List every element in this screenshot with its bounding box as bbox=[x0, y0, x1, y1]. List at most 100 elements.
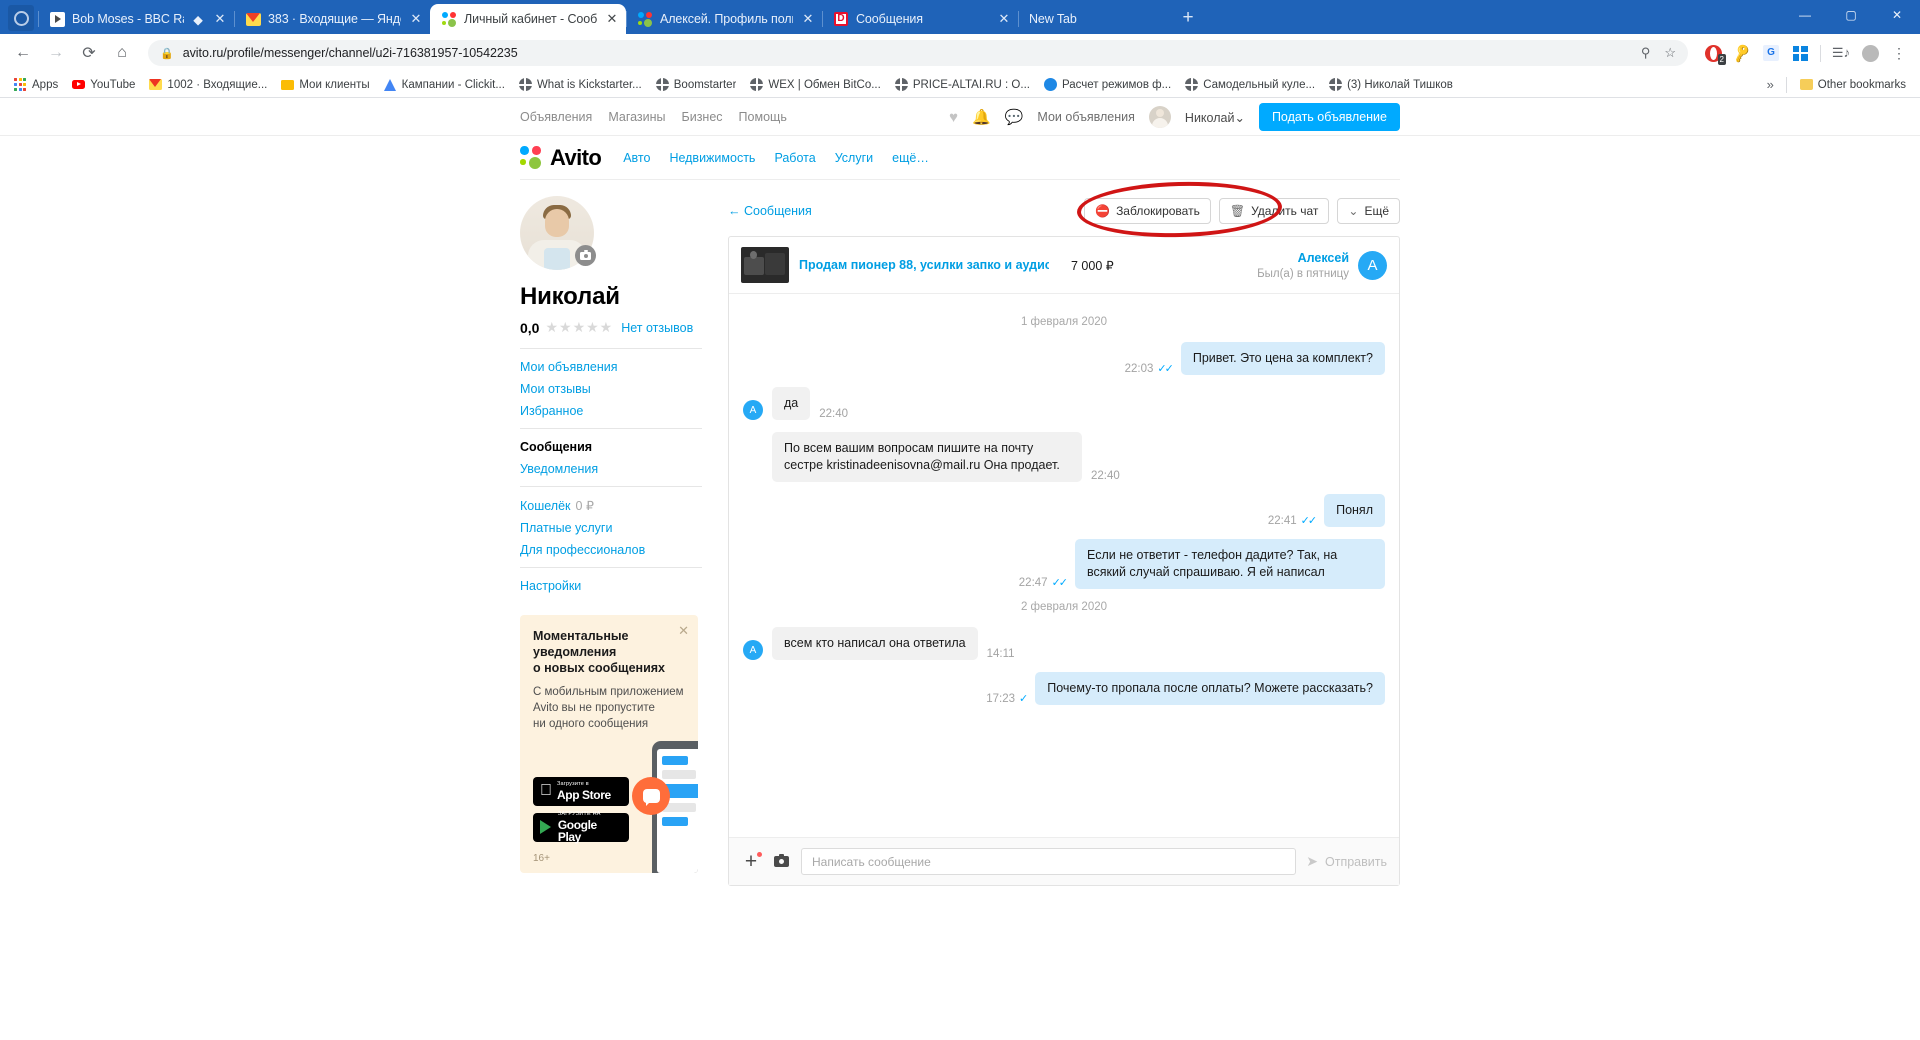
close-window-button[interactable]: ✕ bbox=[1874, 0, 1920, 30]
bookmark-campaigns[interactable]: Кампании - Clickit... bbox=[377, 76, 512, 93]
ad-title-link[interactable]: Продам пионер 88, усилки запко и аудисон bbox=[799, 258, 1049, 272]
profile-avatar[interactable] bbox=[520, 196, 596, 270]
sidebar-group-3: Кошелёк 0 ₽ Платные услуги Для профессион… bbox=[520, 498, 702, 557]
sidebar-item-my-reviews[interactable]: Мои отзывы bbox=[520, 382, 702, 396]
favorites-heart-icon[interactable]: ♥ bbox=[949, 109, 958, 126]
sidebar-item-messages[interactable]: Сообщения bbox=[520, 440, 702, 454]
send-button[interactable]: ➤ Отправить bbox=[1306, 853, 1387, 870]
sidebar-item-for-professionals[interactable]: Для профессионалов bbox=[520, 543, 702, 557]
nav-services[interactable]: Услуги bbox=[835, 151, 873, 165]
tab-close-icon[interactable]: ✕ bbox=[604, 11, 620, 27]
chrome-menu-icon[interactable]: ⋮ bbox=[1886, 40, 1912, 66]
user-menu-name[interactable]: Николай⌄ bbox=[1185, 110, 1245, 125]
browser-tab-2[interactable]: 383 · Входящие — Яндекс.Почт ✕ bbox=[234, 4, 430, 34]
chat-partner-name[interactable]: Алексей bbox=[1257, 251, 1349, 265]
app-store-button[interactable]:  Загрузите в App Store bbox=[533, 777, 629, 806]
address-bar[interactable]: 🔒 avito.ru/profile/messenger/channel/u2i… bbox=[148, 40, 1688, 66]
sidebar-item-my-ads[interactable]: Мои объявления bbox=[520, 360, 702, 374]
no-reviews-link[interactable]: Нет отзывов bbox=[621, 321, 693, 335]
sidebar-item-wallet[interactable]: Кошелёк 0 ₽ bbox=[520, 498, 702, 513]
chat-partner-avatar[interactable]: A bbox=[1358, 250, 1387, 280]
new-tab-button[interactable]: + bbox=[1174, 4, 1202, 32]
camera-icon[interactable] bbox=[575, 245, 596, 266]
block-user-button[interactable]: ⛔ Заблокировать bbox=[1084, 198, 1211, 224]
tab-title: Личный кабинет - Сообщения - bbox=[464, 12, 597, 26]
notifications-bell-icon[interactable]: 🔔 bbox=[972, 108, 991, 126]
browser-tab-5[interactable]: D Сообщения ✕ bbox=[822, 4, 1018, 34]
search-minus-icon[interactable]: ⚲ bbox=[1641, 45, 1651, 61]
maximize-button[interactable]: ▢ bbox=[1828, 0, 1874, 30]
bookmark-raschet[interactable]: Расчет режимов ф... bbox=[1037, 76, 1178, 93]
sidebar-item-wallet-label[interactable]: Кошелёк bbox=[520, 499, 571, 513]
sidebar-item-favorites[interactable]: Избранное bbox=[520, 404, 702, 418]
browser-tab-3-active[interactable]: Личный кабинет - Сообщения - ✕ bbox=[430, 4, 626, 34]
bookmark-label: Мои клиенты bbox=[299, 78, 370, 91]
message-meta: 17:23 ✓ bbox=[986, 692, 1028, 706]
google-translate-icon[interactable]: G bbox=[1758, 40, 1784, 66]
top-nav-shops[interactable]: Магазины bbox=[608, 110, 665, 124]
minimize-button[interactable]: — bbox=[1782, 0, 1828, 30]
forward-button[interactable]: → bbox=[41, 38, 71, 68]
message-row: 22:41 ✓✓ Понял bbox=[743, 494, 1385, 527]
globe-icon bbox=[1329, 78, 1343, 91]
bookmark-wex[interactable]: WEX | Обмен BitCo... bbox=[743, 76, 887, 93]
camera-icon[interactable] bbox=[771, 852, 791, 872]
message-input[interactable]: Написать сообщение bbox=[801, 848, 1297, 875]
my-ads-link[interactable]: Мои объявления bbox=[1037, 110, 1135, 124]
messages-chat-icon[interactable]: 💬 bbox=[1005, 108, 1024, 126]
more-button[interactable]: ⌄ Ещё bbox=[1337, 198, 1400, 224]
bookmark-boomstarter[interactable]: Boomstarter bbox=[649, 76, 744, 93]
opera-vpn-icon[interactable]: 2 bbox=[1700, 40, 1726, 66]
sidebar-item-settings[interactable]: Настройки bbox=[520, 579, 702, 593]
ad-thumbnail[interactable] bbox=[741, 247, 789, 283]
bookmark-samodelny[interactable]: Самодельный куле... bbox=[1178, 76, 1322, 93]
google-play-button[interactable]: ЗАГРУЗИТЕ НА Google Play bbox=[533, 811, 629, 843]
close-icon[interactable]: ✕ bbox=[678, 623, 689, 639]
tab-close-icon[interactable]: ✕ bbox=[408, 11, 424, 27]
chevron-down-icon: ⌄ bbox=[1348, 204, 1359, 218]
password-key-icon[interactable]: 🔑 bbox=[1729, 40, 1755, 66]
browser-tab-6[interactable]: New Tab bbox=[1018, 4, 1168, 34]
tab-close-icon[interactable]: ✕ bbox=[212, 11, 228, 27]
top-nav-business[interactable]: Бизнес bbox=[682, 110, 723, 124]
home-button[interactable]: ⌂ bbox=[107, 38, 137, 68]
bookmark-price-altai[interactable]: PRICE-ALTAI.RU : О... bbox=[888, 76, 1037, 93]
attach-plus-icon[interactable]: + bbox=[741, 851, 762, 872]
bookmark-yandex-inbox[interactable]: 1002 · Входящие... bbox=[142, 76, 274, 93]
browser-toolbar: ← → ⟳ ⌂ 🔒 avito.ru/profile/messenger/cha… bbox=[0, 34, 1920, 72]
back-button[interactable]: ← bbox=[8, 38, 38, 68]
delete-chat-button[interactable]: 🗑 Удалить чат bbox=[1218, 198, 1330, 224]
playlist-icon[interactable]: ☰♪ bbox=[1828, 40, 1854, 66]
bookmark-nikolay-tishkov[interactable]: (3) Николай Тишков bbox=[1322, 76, 1460, 93]
top-nav-ads[interactable]: Объявления bbox=[520, 110, 592, 124]
profile-avatar-icon[interactable] bbox=[1857, 40, 1883, 66]
post-ad-button[interactable]: Подать объявление bbox=[1258, 103, 1400, 131]
bookmark-star-icon[interactable]: ☆ bbox=[1664, 45, 1676, 61]
message-meta: 22:40 bbox=[1091, 470, 1120, 482]
nav-jobs[interactable]: Работа bbox=[774, 151, 815, 165]
nav-realty[interactable]: Недвижимость bbox=[669, 151, 755, 165]
browser-tab-1[interactable]: Bob Moses - BBC Radio 1 Ess ◆ ✕ bbox=[38, 4, 234, 34]
sidebar-item-paid-services[interactable]: Платные услуги bbox=[520, 521, 702, 535]
ad-price: 7 000 ₽ bbox=[1071, 258, 1114, 273]
tab-close-icon[interactable]: ✕ bbox=[800, 11, 816, 27]
bookmark-youtube[interactable]: YouTube bbox=[65, 76, 142, 93]
bookmark-my-clients[interactable]: Мои клиенты bbox=[274, 76, 376, 93]
nav-auto[interactable]: Авто bbox=[623, 151, 650, 165]
bookmark-kickstarter[interactable]: What is Kickstarter... bbox=[512, 76, 649, 93]
avito-logo[interactable]: Avito bbox=[520, 145, 602, 171]
sidebar-item-notifications[interactable]: Уведомления bbox=[520, 462, 702, 476]
bookmark-label: WEX | Обмен BitCo... bbox=[768, 78, 881, 91]
back-to-messages-link[interactable]: ← Сообщения bbox=[728, 204, 812, 218]
windows-icon[interactable] bbox=[1787, 40, 1813, 66]
browser-tab-4[interactable]: Алексей. Профиль пользовател ✕ bbox=[626, 4, 822, 34]
other-bookmarks-folder[interactable]: Other bookmarks bbox=[1793, 76, 1913, 93]
reload-button[interactable]: ⟳ bbox=[74, 38, 104, 68]
bookmark-apps[interactable]: Apps bbox=[7, 76, 65, 93]
tab-close-icon[interactable]: ✕ bbox=[996, 11, 1012, 27]
nav-more[interactable]: ещё… bbox=[892, 151, 929, 165]
tab-audio-icon: ◆ bbox=[193, 12, 203, 27]
user-avatar-small[interactable] bbox=[1148, 106, 1171, 128]
bookmarks-overflow-button[interactable]: » bbox=[1761, 77, 1780, 92]
top-nav-help[interactable]: Помощь bbox=[739, 110, 787, 124]
